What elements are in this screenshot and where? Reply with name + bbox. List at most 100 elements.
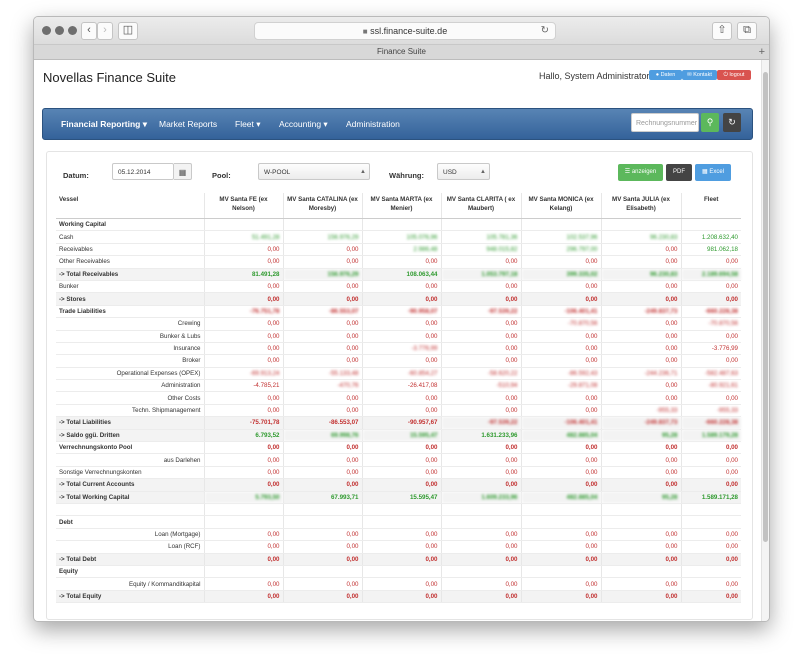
daten-button[interactable]: ● Daten [649, 70, 682, 80]
sidebar-toggle-icon[interactable]: ◫ [118, 22, 138, 40]
table-cell: 0,00 [361, 441, 441, 455]
table-cell: 108.063,44 [361, 268, 441, 281]
table-cell: 1.208.632,40 [680, 230, 741, 244]
table-cell: 0,00 [440, 528, 521, 542]
column-header: MV Santa FE (ex Nelson) [203, 193, 283, 219]
tab-title[interactable]: Finance Suite [377, 47, 426, 56]
nav-administration[interactable]: Administration [346, 119, 400, 129]
minimize-window-dot[interactable] [55, 26, 64, 35]
table-cell: -660.228,38 [680, 416, 741, 430]
table-cell: 0,00 [680, 577, 741, 591]
table-row: -> Stores 0,00 0,00 0,00 0,00 0,00 0,00 0,00 [56, 292, 741, 306]
table-cell: 1.053.797,18 [440, 268, 521, 281]
table-cell: 105.076,96 [361, 230, 441, 244]
row-label: Techn. Shipmanagement [56, 404, 204, 418]
search-button[interactable]: ⚲ [701, 113, 719, 132]
list-icon: ☰ [624, 169, 631, 175]
table-cell: 0,00 [680, 553, 741, 566]
invoice-search-input[interactable]: Rechnungsnummer [631, 113, 699, 132]
address-bar[interactable]: ■ ssl.finance-suite.de ↻ [254, 22, 556, 40]
table-cell: 0,00 [361, 280, 441, 294]
table-row: Other Receivables 0,00 0,00 0,00 0,00 0,00 0,0… [56, 255, 741, 269]
table-cell: 0,00 [680, 528, 741, 542]
report-panel: Datum: 05.12.2014 ▦ Pool: W-POOL ▲ Währun… [46, 151, 753, 620]
reload-icon[interactable]: ↻ [541, 23, 549, 39]
table-cell: 0,00 [203, 404, 283, 418]
table-cell: 0,00 [282, 342, 362, 356]
table-cell: 0,00 [680, 391, 741, 405]
table-cell [520, 515, 601, 529]
table-cell: -76.751,78 [203, 305, 283, 319]
row-label: Insurance [56, 342, 204, 356]
table-cell: 0,00 [361, 330, 441, 343]
back-arrow-icon[interactable]: ‹ [81, 22, 97, 40]
table-cell: 0,00 [282, 453, 362, 467]
table-cell: 0,00 [203, 528, 283, 542]
table-cell [361, 218, 441, 232]
table-cell: -470,76 [282, 379, 362, 393]
row-label: -> Total Debt [56, 553, 204, 566]
refresh-button[interactable]: ↻ [723, 113, 741, 132]
table-cell: 0,00 [282, 292, 362, 306]
nav-financial-reporting[interactable]: Financial Reporting ▾ [61, 119, 147, 130]
table-row: Operational Expenses (OPEX) -69.913,24 -55… [56, 367, 741, 381]
table-cell: -29.871,08 [520, 379, 601, 393]
row-label: Bunker & Lubs [56, 330, 204, 343]
pdf-button[interactable]: PDF [666, 164, 692, 181]
table-row: Cash 51.491,28 156.976,29 105.076,96 105.781… [56, 230, 741, 244]
table-cell: 0,00 [520, 330, 601, 343]
pool-select[interactable]: W-POOL ▲ [258, 163, 370, 180]
row-label: Loan (RCF) [56, 540, 204, 554]
column-header: MV Santa CLARITA ( ex Maubert) [440, 193, 521, 219]
table-cell: 0,00 [680, 590, 741, 604]
table-cell: 0,00 [600, 317, 681, 331]
share-icon[interactable]: ⇧ [712, 22, 732, 40]
table-cell: 156.976,29 [282, 268, 362, 281]
anzeigen-button[interactable]: ☰ anzeigen [618, 164, 663, 181]
table-cell [680, 565, 741, 579]
table-cell: 0,00 [600, 354, 681, 368]
page-scrollbar[interactable] [761, 60, 769, 621]
table-row: -> Total Equity 0,00 0,00 0,00 0,00 0,00 0,00 0… [56, 590, 741, 604]
datum-input[interactable]: 05.12.2014 [112, 163, 174, 180]
nav-accounting[interactable]: Accounting ▾ [279, 119, 328, 130]
row-label: Cash [56, 230, 204, 244]
row-label: Receivables [56, 243, 204, 257]
close-window-dot[interactable] [42, 26, 51, 35]
logout-button[interactable]: ⏻ logout [717, 70, 751, 80]
forward-arrow-icon[interactable]: › [97, 22, 113, 40]
table-cell: 0,00 [203, 391, 283, 405]
row-label: Administration [56, 379, 204, 393]
table-cell: 0,00 [680, 354, 741, 368]
table-cell: 67.993,71 [282, 491, 362, 505]
table-cell: 0,00 [203, 354, 283, 368]
table-row: Debt [56, 515, 741, 529]
calendar-icon[interactable]: ▦ [174, 163, 192, 180]
zoom-window-dot[interactable] [68, 26, 77, 35]
excel-button[interactable]: ▦ Excel [695, 164, 731, 181]
table-cell: 0,00 [600, 590, 681, 604]
table-cell: 0,00 [600, 292, 681, 306]
currency-select[interactable]: USD ▲ [437, 163, 490, 180]
table-row: Other Costs 0,00 0,00 0,00 0,00 0,00 0,00 0,00 [56, 391, 741, 405]
table-cell: 0,00 [282, 330, 362, 343]
table-cell [361, 565, 441, 579]
column-header: MV Santa CATALINA (ex Moresby) [282, 193, 362, 219]
spreadsheet-icon: ▦ [701, 169, 708, 175]
table-cell: 0,00 [600, 441, 681, 455]
table-row: -> Saldo ggü. Dritten 6.793,52 69.998,76 15… [56, 429, 741, 443]
table-cell: 0,00 [600, 255, 681, 269]
table-row: Administration -4.785,21 -470,76 -26.417,08… [56, 379, 741, 393]
table-cell: 0,00 [600, 540, 681, 554]
table-cell [680, 503, 741, 517]
scrollbar-thumb[interactable] [763, 72, 768, 542]
table-cell [680, 515, 741, 529]
nav-market-reports[interactable]: Market Reports [159, 119, 217, 129]
nav-fleet[interactable]: Fleet ▾ [235, 119, 261, 130]
app-title: Novellas Finance Suite [43, 70, 176, 85]
table-cell: 0,00 [520, 391, 601, 405]
tabs-overview-icon[interactable]: ⧉ [737, 22, 757, 40]
kontakt-button[interactable]: ✉ Kontakt [682, 70, 717, 80]
new-tab-plus-icon[interactable]: + [759, 45, 765, 59]
table-cell [520, 565, 601, 579]
